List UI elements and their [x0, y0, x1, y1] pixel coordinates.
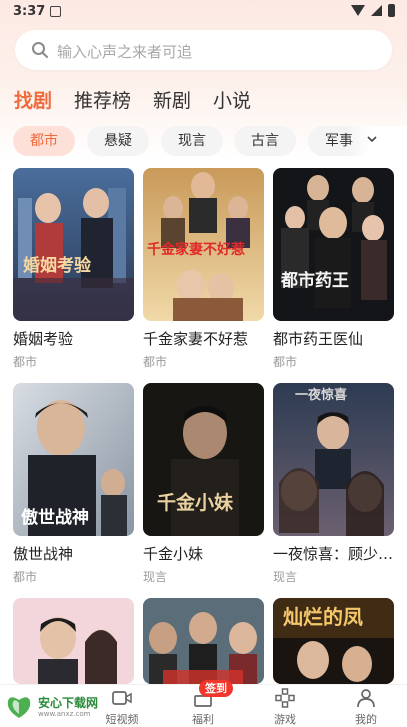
poster-title: 婚姻考验	[23, 255, 92, 276]
battery-icon	[388, 4, 395, 17]
drama-title[interactable]: 婚姻考验	[13, 328, 134, 349]
drama-title[interactable]: 千金小妹	[143, 543, 264, 564]
drama-poster[interactable]: 都市药王	[273, 168, 394, 321]
person-icon	[357, 689, 375, 708]
watermark-url: www.anxz.com	[38, 710, 91, 718]
search-input[interactable]: 输入心声之来者可追	[57, 41, 192, 62]
wifi-icon	[351, 5, 365, 16]
drama-poster[interactable]	[13, 598, 134, 684]
poster-title: 千金家妻不好惹	[147, 241, 245, 258]
nav-label: 游戏	[274, 713, 296, 726]
signal-icon	[371, 5, 382, 16]
tab-new-drama[interactable]: 新剧	[153, 88, 191, 118]
drama-poster[interactable]: 灿烂的凤	[273, 598, 394, 684]
drama-genre: 现言	[143, 570, 168, 584]
chevron-down-icon[interactable]	[367, 134, 377, 144]
nav-label: 我的	[355, 713, 377, 726]
notification-icon	[50, 6, 61, 17]
nav-item-mine[interactable]: 我的	[336, 685, 396, 726]
drama-genre: 都市	[273, 355, 298, 369]
chip-modern-romance[interactable]: 现言	[161, 126, 223, 156]
tab-ranking[interactable]: 推荐榜	[74, 88, 131, 118]
chip-ancient-romance[interactable]: 古言	[234, 126, 296, 156]
sign-in-badge[interactable]: 签到	[199, 680, 233, 697]
drama-poster[interactable]	[143, 598, 264, 684]
nav-label: 福利	[192, 713, 214, 726]
poster-title: 千金小妹	[157, 491, 234, 514]
drama-title[interactable]: 傲世战神	[13, 543, 134, 564]
chip-urban[interactable]: 都市	[13, 126, 75, 156]
drama-title[interactable]: 千金家妻不好惹	[143, 328, 264, 349]
drama-genre: 现言	[273, 570, 298, 584]
search-bar[interactable]: 输入心声之来者可追	[15, 30, 392, 70]
chip-suspense[interactable]: 悬疑	[87, 126, 149, 156]
watermark: 安心下载网 www.anxz.com	[2, 688, 107, 723]
svg-text:一夜惊喜: 一夜惊喜	[295, 387, 347, 403]
chips-fade	[347, 126, 407, 156]
video-icon	[112, 691, 132, 705]
poster-title: 都市药王	[280, 270, 349, 291]
watermark-text: 安心下载网	[38, 696, 99, 710]
top-tabs: 找剧 推荐榜 新剧 小说	[14, 88, 273, 118]
nav-item-games[interactable]: 游戏	[255, 685, 315, 726]
drama-poster[interactable]: 婚姻考验	[13, 168, 134, 321]
drama-title[interactable]: 一夜惊喜：顾少…	[273, 543, 394, 564]
watermark-logo-icon	[7, 697, 31, 718]
drama-title[interactable]: 都市药王医仙	[273, 328, 394, 349]
search-icon	[32, 42, 48, 58]
drama-genre: 都市	[13, 355, 38, 369]
tab-find-drama[interactable]: 找剧	[14, 88, 52, 118]
drama-poster[interactable]: 千金家妻不好惹	[143, 168, 264, 321]
drama-poster[interactable]: 一夜惊喜	[273, 383, 394, 536]
status-bar: 3:37	[0, 0, 407, 24]
poster-title: 灿烂的凤	[283, 605, 363, 629]
drama-genre: 都市	[13, 570, 38, 584]
drama-genre: 都市	[143, 355, 168, 369]
drama-poster[interactable]: 傲世战神	[13, 383, 134, 536]
drama-poster[interactable]: 千金小妹	[143, 383, 264, 536]
tab-novel[interactable]: 小说	[213, 88, 251, 118]
gamepad-icon	[275, 688, 295, 708]
status-time: 3:37	[13, 4, 46, 19]
poster-title: 傲世战神	[21, 507, 89, 528]
status-icons	[351, 4, 395, 17]
